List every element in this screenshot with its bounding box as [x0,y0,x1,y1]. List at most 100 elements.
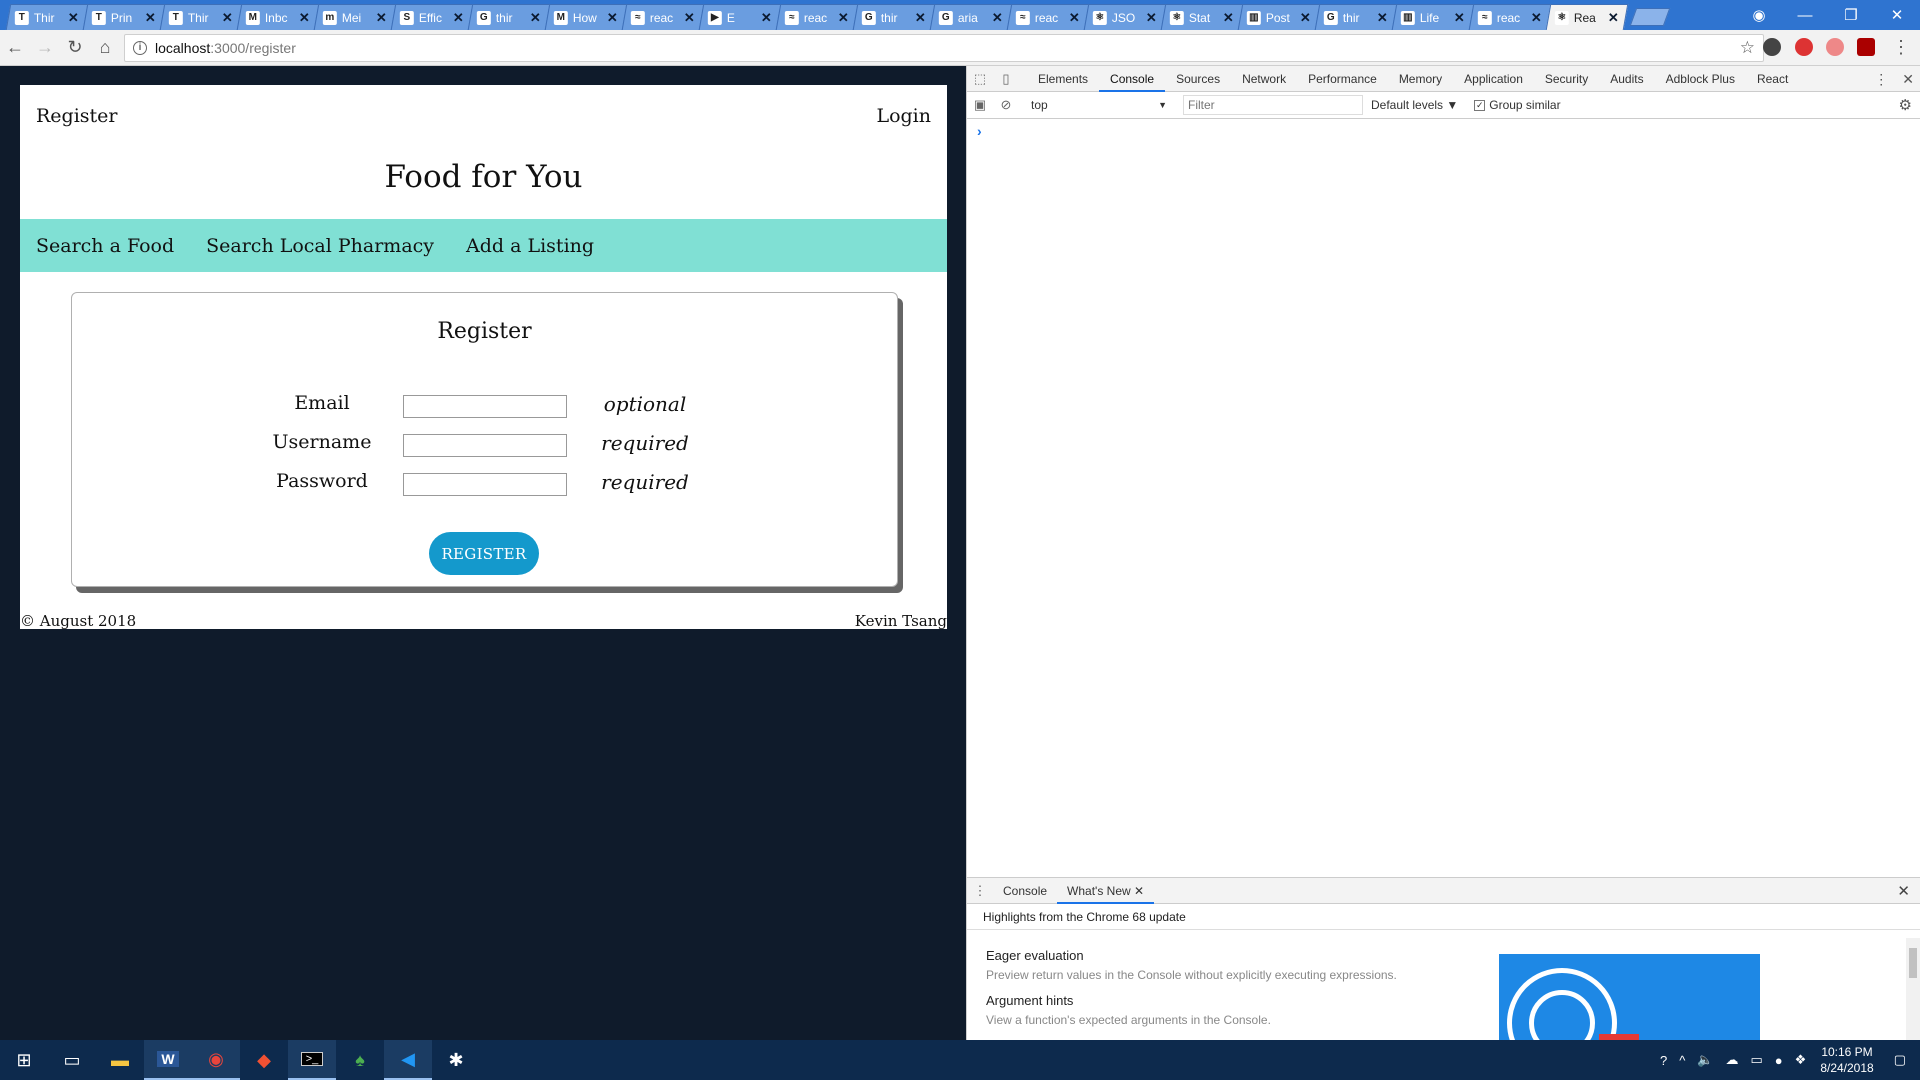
browser-tab[interactable]: ≈ reac ✕ [1006,4,1090,30]
tab-close-icon[interactable]: ✕ [684,10,695,26]
browser-tab[interactable]: T Thir ✕ [5,4,89,30]
close-window-button[interactable]: ✕ [1874,6,1920,24]
devtools-tab[interactable]: Elements [1027,66,1099,92]
menu-add-listing[interactable]: Add a Listing [466,235,594,257]
devtools-close-icon[interactable]: ✕ [1902,71,1914,88]
sidebar-toggle-icon[interactable]: ▣ [967,97,993,113]
drawer-tab-console[interactable]: Console [993,878,1057,904]
username-field[interactable] [403,434,567,457]
profile-icon[interactable]: ◉ [1736,6,1782,24]
console-settings-gear-icon[interactable]: ⚙ [1899,96,1912,114]
menu-search-pharmacy[interactable]: Search Local Pharmacy [206,235,434,257]
inspect-element-icon[interactable]: ⬚ [967,71,993,87]
devtools-tab[interactable]: Security [1534,66,1599,92]
nav-login-link[interactable]: Login [876,105,931,127]
devtools-tab[interactable]: Memory [1388,66,1453,92]
browser-tab[interactable]: ⚛ Rea ✕ [1545,4,1629,30]
extension-icon[interactable] [1763,38,1781,56]
feature-title[interactable]: Argument hints [986,993,1073,1008]
tab-close-icon[interactable]: ✕ [453,10,464,26]
browser-tab[interactable]: T Prin ✕ [82,4,166,30]
chrome-icon[interactable]: ◉ [192,1040,240,1080]
address-bar[interactable]: i localhost:3000/register ☆ [124,34,1764,62]
weather-icon[interactable]: ● [1775,1053,1783,1068]
password-field[interactable] [403,473,567,496]
tab-close-icon[interactable]: ✕ [1300,10,1311,26]
info-icon[interactable]: i [133,41,147,55]
tab-close-icon[interactable]: ✕ [992,10,1003,26]
browser-tab[interactable]: ▶ E ✕ [698,4,782,30]
tab-close-icon[interactable]: ✕ [145,10,156,26]
extension-pdf-icon[interactable] [1826,38,1844,56]
task-view-icon[interactable]: ▭ [48,1040,96,1080]
scrollbar-thumb[interactable] [1909,948,1917,978]
browser-tab[interactable]: M Inbc ✕ [236,4,320,30]
terminal-icon[interactable]: >_ [288,1040,336,1080]
tab-close-icon[interactable]: ✕ [915,10,926,26]
tab-close-icon[interactable]: ✕ [1454,10,1465,26]
console-prompt-icon[interactable]: › [977,123,982,139]
browser-tab[interactable]: ▥ Post ✕ [1237,4,1321,30]
start-button[interactable]: ⊞ [0,1040,48,1080]
network-icon[interactable]: ▭ [1751,1052,1763,1068]
browser-tab[interactable]: Gthir ✕ [1314,4,1398,30]
menu-search-food[interactable]: Search a Food [36,235,174,257]
clock[interactable]: 10:16 PM 8/24/2018 [1820,1044,1873,1076]
drawer-scrollbar[interactable] [1906,938,1920,1040]
forward-button[interactable]: → [30,37,60,58]
drawer-close-icon[interactable]: ✕ [1897,882,1910,900]
file-explorer-icon[interactable]: ▬ [96,1040,144,1080]
close-tab-icon[interactable]: ✕ [1134,884,1144,898]
browser-tab[interactable]: ▥ Life ✕ [1391,4,1475,30]
browser-tab[interactable]: ≈ reac ✕ [621,4,705,30]
nav-register-link[interactable]: Register [36,105,118,127]
clear-console-icon[interactable]: ⊘ [993,97,1019,113]
reload-button[interactable]: ↻ [60,37,90,58]
browser-tab[interactable]: ⚛ JSO ✕ [1083,4,1167,30]
tab-close-icon[interactable]: ✕ [1069,10,1080,26]
vscode-icon[interactable]: ◀ [384,1040,432,1080]
ublock-icon[interactable] [1857,38,1875,56]
tab-close-icon[interactable]: ✕ [761,10,772,26]
tab-close-icon[interactable]: ✕ [1531,10,1542,26]
back-button[interactable]: ← [0,37,30,58]
notifications-icon[interactable]: ▢ [1894,1052,1906,1068]
browser-tab[interactable]: m Mei ✕ [313,4,397,30]
adblock-icon[interactable] [1795,38,1813,56]
browser-tab[interactable]: ≈ reac ✕ [775,4,859,30]
email-field[interactable] [403,395,567,418]
mongodb-compass-icon[interactable]: ♠ [336,1040,384,1080]
menu-kebab-icon[interactable]: ⋮ [1892,37,1910,58]
tab-close-icon[interactable]: ✕ [299,10,310,26]
browser-tab[interactable]: ⚛ Stat ✕ [1160,4,1244,30]
group-similar-checkbox[interactable]: ✓ [1474,99,1486,111]
context-select[interactable]: top ▼ [1025,95,1175,115]
tab-close-icon[interactable]: ✕ [1608,10,1619,26]
devtools-tab[interactable]: Audits [1599,66,1654,92]
drawer-menu-icon[interactable]: ⋮ [967,883,993,899]
log-levels-dropdown[interactable]: Default levels ▼ [1371,98,1458,112]
tab-close-icon[interactable]: ✕ [1223,10,1234,26]
browser-tab[interactable]: S Effic ✕ [390,4,474,30]
browser-tab[interactable]: Garia ✕ [929,4,1013,30]
console-filter-input[interactable] [1183,95,1363,115]
home-button[interactable]: ⌂ [90,37,120,58]
tab-close-icon[interactable]: ✕ [222,10,233,26]
devtools-tab[interactable]: Sources [1165,66,1231,92]
browser-tab[interactable]: ≈ reac ✕ [1468,4,1552,30]
tray-chevron-icon[interactable]: ^ [1679,1053,1685,1068]
browser-tab[interactable]: Gthir ✕ [467,4,551,30]
devtools-tab[interactable]: React [1746,66,1799,92]
onedrive-icon[interactable]: ☁ [1726,1052,1739,1068]
volume-icon[interactable]: 🔈 [1697,1052,1713,1068]
tab-close-icon[interactable]: ✕ [1146,10,1157,26]
feature-title[interactable]: Eager evaluation [986,948,1084,963]
slack-icon[interactable]: ✱ [432,1040,480,1080]
dropbox-icon[interactable]: ❖ [1795,1052,1807,1068]
drawer-tab-whats-new[interactable]: What's New ✕ [1057,878,1155,904]
minimize-button[interactable]: — [1782,7,1828,24]
browser-tab[interactable]: M How ✕ [544,4,628,30]
word-icon[interactable]: W [144,1040,192,1080]
new-tab-button[interactable] [1629,8,1671,26]
devtools-tab[interactable]: Adblock Plus [1655,66,1746,92]
